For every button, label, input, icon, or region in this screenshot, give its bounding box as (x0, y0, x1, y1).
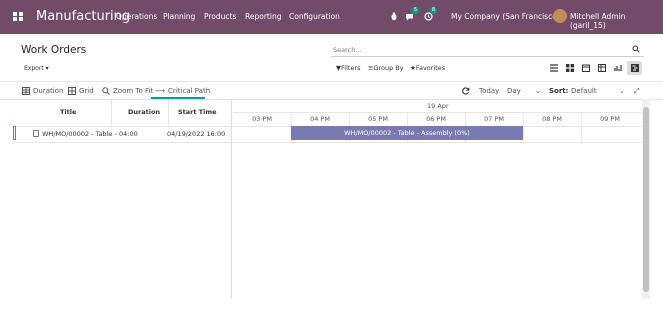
groupby-button[interactable]: ≡Group By (368, 64, 404, 72)
sort-label: Sort: (549, 87, 569, 95)
vertical-scrollbar[interactable] (642, 99, 650, 299)
favorites-label: Favorites (415, 64, 446, 72)
kanban-view-icon (565, 64, 574, 72)
row-selection-marker[interactable] (13, 126, 16, 140)
activity-badge: 8 (430, 7, 437, 14)
graph-view-button[interactable] (610, 61, 625, 75)
menu-configuration[interactable]: Configuration (289, 12, 340, 21)
top-navbar: Manufacturing Operations Planning Produc… (0, 0, 663, 34)
table-icon (22, 87, 30, 95)
duration-button[interactable]: Duration (22, 86, 63, 96)
filters-button[interactable]: ▼Filters (336, 64, 360, 72)
zoom-icon (102, 87, 110, 95)
chat-icon[interactable] (405, 13, 414, 21)
column-title[interactable]: Title (60, 108, 76, 116)
search-box[interactable]: Search... (331, 43, 644, 57)
column-separator (168, 99, 169, 126)
header-divider (13, 126, 232, 127)
page-title: Work Orders (21, 44, 87, 56)
row-title[interactable]: WH/MO/00002 - Table - Assembly (33, 130, 118, 138)
export-label: Export (24, 65, 44, 72)
company-switcher[interactable]: My Company (San Francisco) (451, 12, 560, 21)
column-duration[interactable]: Duration (128, 108, 160, 116)
user-avatar[interactable] (553, 9, 567, 23)
gantt-view-button[interactable] (627, 61, 642, 75)
today-button[interactable]: Today (479, 86, 499, 96)
refresh-icon (462, 87, 470, 95)
hour-label: 08 PM (542, 115, 562, 123)
grid-icon (68, 87, 76, 95)
row-duration: 04:00 (119, 130, 138, 138)
chat-badge: 5 (412, 7, 419, 14)
kanban-view-button[interactable] (562, 61, 577, 75)
calendar-view-icon (581, 64, 590, 72)
sort-chevron-icon[interactable]: ⌄ (619, 86, 625, 96)
bug-icon[interactable] (390, 12, 398, 21)
column-separator (111, 99, 112, 126)
hour-label: 06 PM (426, 115, 446, 123)
scale-value: Day (507, 87, 521, 95)
hour-label: 05 PM (368, 115, 388, 123)
sort-value: Default (571, 87, 597, 95)
pivot-view-icon (597, 64, 606, 72)
document-icon (33, 130, 39, 137)
grid-button[interactable]: Grid (68, 86, 94, 96)
calendar-view-button[interactable] (578, 61, 593, 75)
gantt-grid: Title Duration Start Time WH/MO/00002 - … (13, 99, 232, 299)
arrow-right-icon: ⟶ (155, 87, 166, 95)
menu-planning[interactable]: Planning (163, 12, 195, 21)
favorites-button[interactable]: ★Favorites (410, 64, 445, 72)
bar-chart-icon (613, 65, 622, 71)
hour-label: 09 PM (600, 115, 620, 123)
zoom-label: Zoom To Fit (113, 87, 154, 95)
critical-label: Critical Path (168, 87, 211, 95)
timeline-date: 19 Apr (427, 102, 449, 110)
sort-select[interactable]: Default (571, 86, 597, 96)
zoom-to-fit-button[interactable]: Zoom To Fit (102, 86, 153, 96)
row-divider (233, 142, 643, 143)
filters-label: Filters (341, 64, 361, 72)
apps-menu-icon[interactable] (13, 12, 24, 22)
row-divider (13, 142, 232, 143)
grid-label: Grid (79, 87, 94, 95)
menu-operations[interactable]: Operations (116, 12, 157, 21)
groupby-label: Group By (373, 64, 404, 72)
list-view-icon (549, 64, 558, 72)
search-input[interactable]: Search... (333, 46, 362, 54)
column-start-time[interactable]: Start Time (178, 108, 217, 116)
menu-reporting[interactable]: Reporting (245, 12, 281, 21)
row-title-text: WH/MO/00002 - Table - Assembly (42, 130, 118, 138)
toolbar-divider (0, 81, 663, 82)
scrollbar-thumb[interactable] (643, 107, 649, 292)
scale-select[interactable]: Day (507, 86, 521, 96)
export-button[interactable]: Export ▾ (20, 63, 53, 75)
gantt-task-bar[interactable]: WH/MO/00002 - Table - Assembly (0%) (291, 126, 523, 140)
hour-label: 03 PM (252, 115, 272, 123)
duration-label: Duration (33, 87, 64, 95)
expand-icon[interactable]: ⤢ (634, 86, 640, 96)
gantt-timeline: 19 Apr 03 PM 04 PM 05 PM 06 PM 07 PM 08 … (233, 99, 643, 299)
refresh-button[interactable] (462, 86, 473, 96)
list-view-button[interactable] (546, 61, 561, 75)
gantt-view-icon (630, 64, 639, 72)
critical-path-button[interactable]: ⟶ Critical Path (155, 86, 210, 96)
caret-down-icon: ▾ (45, 65, 49, 72)
hour-label: 07 PM (484, 115, 504, 123)
hour-label: 04 PM (310, 115, 330, 123)
search-icon[interactable] (632, 45, 640, 53)
user-menu[interactable]: Mitchell Admin (garil_15) (570, 12, 663, 30)
pivot-view-button[interactable] (594, 61, 609, 75)
row-start-time: 04/19/2022 16:00:00 (167, 130, 225, 138)
scale-chevron-icon[interactable]: ⌄ (535, 86, 541, 96)
menu-products[interactable]: Products (204, 12, 236, 21)
